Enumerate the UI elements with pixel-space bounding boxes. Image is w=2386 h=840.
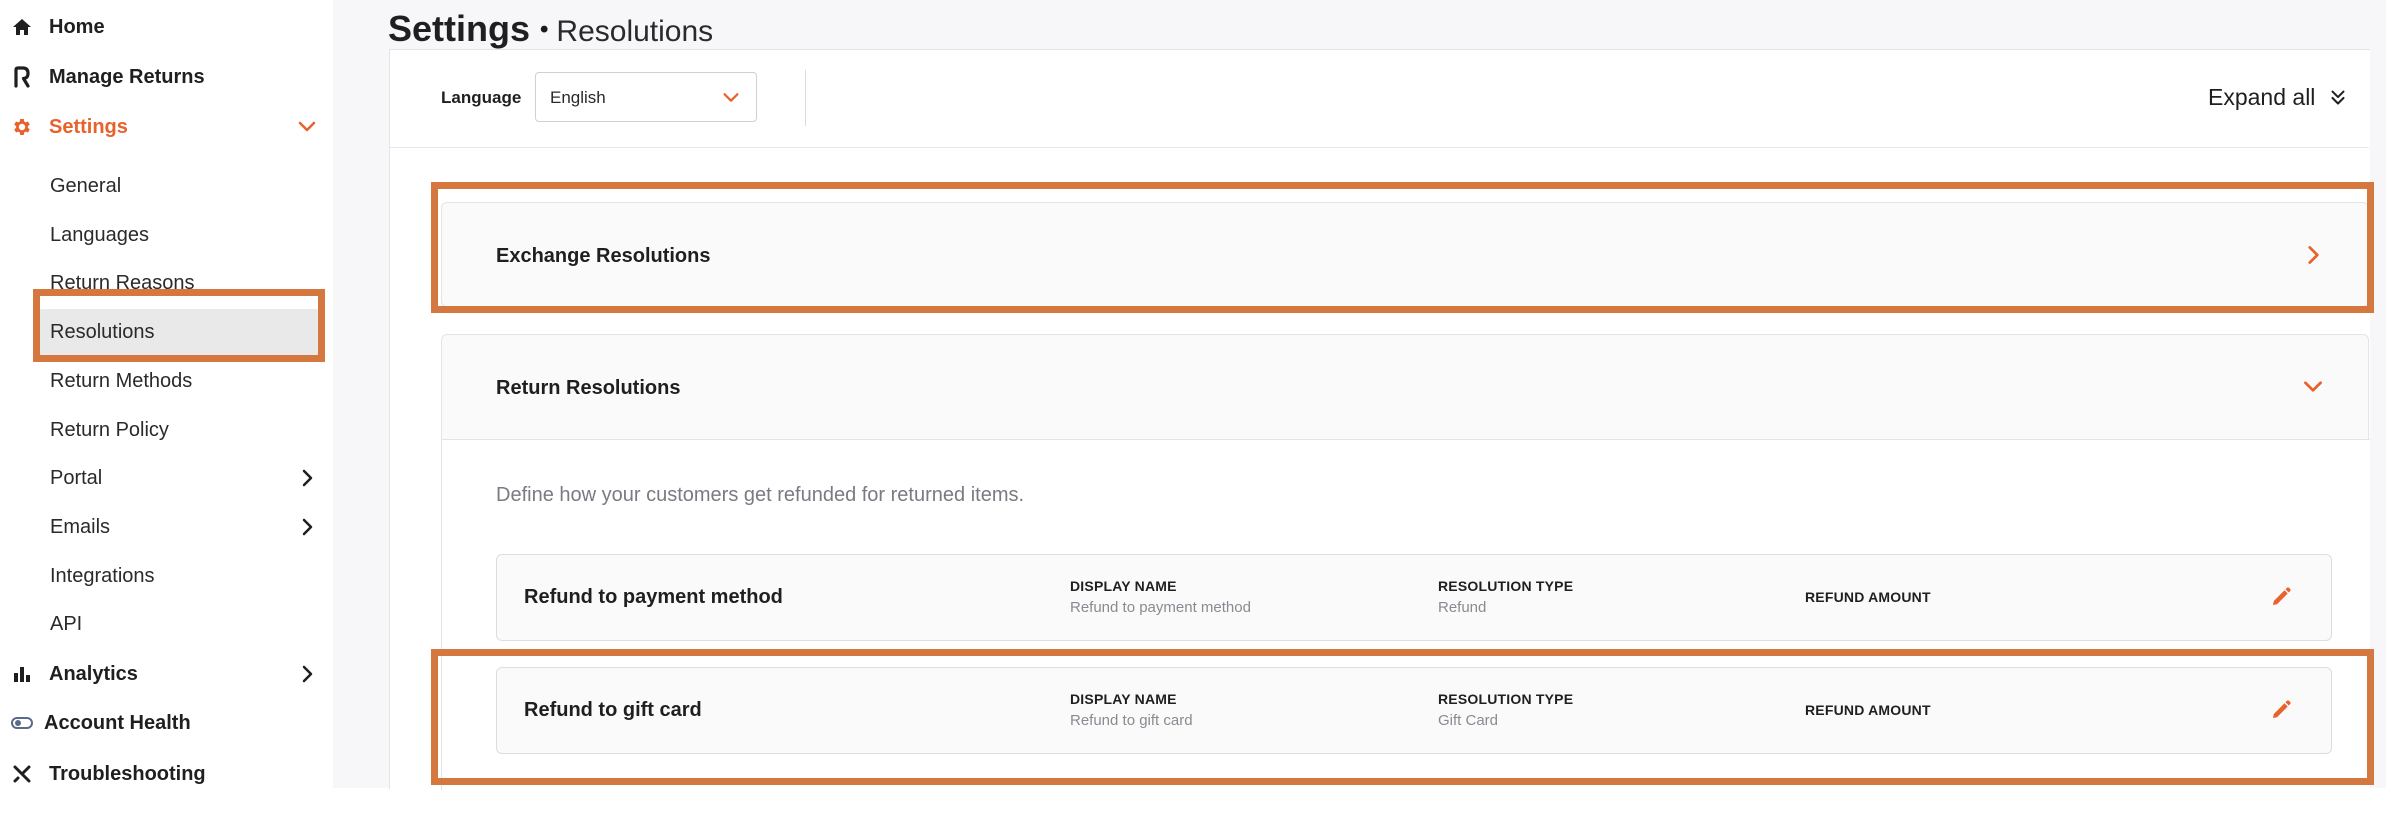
resolution-name: Refund to payment method <box>524 586 783 608</box>
nav-sub-resolutions-label: Resolutions <box>50 320 155 343</box>
section-return-header[interactable]: Return Resolutions <box>442 335 2370 439</box>
resolution-type-header: RESOLUTION TYPE <box>1438 691 1574 707</box>
refund-amount-header: REFUND AMOUNT <box>1805 702 1931 718</box>
health-toggle-icon <box>10 711 34 735</box>
nav-troubleshooting[interactable]: Troubleshooting <box>0 751 333 788</box>
display-name-header: DISPLAY NAME <box>1070 578 1177 594</box>
gear-icon <box>10 115 34 139</box>
page-title-sub: Resolutions <box>556 15 714 48</box>
section-exchange-resolutions[interactable]: Exchange Resolutions <box>441 202 2369 307</box>
resolution-type-value: Gift Card <box>1438 712 1499 729</box>
resolution-row-refund-gift-card: Refund to gift card DISPLAY NAME Refund … <box>496 667 2332 754</box>
nav-sub-return-reasons-label: Return Reasons <box>50 271 195 294</box>
section-exchange-title: Exchange Resolutions <box>496 245 711 267</box>
resolution-type-header: RESOLUTION TYPE <box>1438 578 1574 594</box>
refund-amount-header: REFUND AMOUNT <box>1805 589 1931 605</box>
nav-sub-general-label: General <box>50 174 122 197</box>
language-select[interactable]: English <box>535 72 757 122</box>
nav-sub-resolutions[interactable]: Resolutions <box>35 309 325 355</box>
resolution-row-refund-payment: Refund to payment method DISPLAY NAME Re… <box>496 554 2332 641</box>
chevron-right-icon <box>295 662 319 686</box>
nav-sub-general[interactable]: General <box>35 163 325 209</box>
language-label: Language <box>441 88 522 107</box>
double-chevron-down-icon <box>2327 87 2349 109</box>
section-return-description: Define how your customers get refunded f… <box>496 484 1025 506</box>
chevron-down-icon[interactable] <box>295 115 319 139</box>
bar-chart-icon <box>10 662 34 686</box>
nav-sub-return-methods[interactable]: Return Methods <box>35 358 325 404</box>
expand-all-button[interactable]: Expand all <box>2208 84 2349 111</box>
nav-sub-emails[interactable]: Emails <box>35 504 325 550</box>
nav-sub-languages-label: Languages <box>50 223 149 246</box>
expand-all-label: Expand all <box>2208 84 2316 110</box>
returns-logo-icon <box>10 65 34 89</box>
nav-analytics[interactable]: Analytics <box>0 651 333 697</box>
nav-sub-return-reasons[interactable]: Return Reasons <box>35 260 325 306</box>
nav-sub-integrations-label: Integrations <box>50 564 155 587</box>
page-title: Settings • Resolutions <box>388 8 713 50</box>
chevron-right-icon <box>295 515 319 539</box>
nav-sub-return-policy-label: Return Policy <box>50 418 169 441</box>
nav-sub-portal[interactable]: Portal <box>35 455 325 501</box>
nav-sub-return-methods-label: Return Methods <box>50 369 193 392</box>
chevron-right-icon <box>295 466 319 490</box>
toolbar-divider <box>805 70 806 126</box>
nav-settings[interactable]: Settings <box>0 104 333 150</box>
sidebar: Home Manage Returns Settings General Lan… <box>0 0 333 788</box>
page-title-main: Settings <box>388 8 531 49</box>
nav-settings-label: Settings <box>49 115 128 138</box>
nav-sub-integrations[interactable]: Integrations <box>35 553 325 599</box>
nav-account-health[interactable]: Account Health <box>0 700 333 746</box>
display-name-value: Refund to payment method <box>1070 599 1251 616</box>
section-return-title: Return Resolutions <box>496 377 681 399</box>
display-name-header: DISPLAY NAME <box>1070 691 1177 707</box>
nav-sub-api[interactable]: API <box>35 601 325 647</box>
language-select-value: English <box>550 88 606 107</box>
chevron-right-icon[interactable] <box>2300 242 2326 268</box>
nav-troubleshooting-label: Troubleshooting <box>49 762 206 785</box>
nav-home-label: Home <box>49 15 105 38</box>
nav-analytics-label: Analytics <box>49 662 138 685</box>
nav-account-health-label: Account Health <box>44 711 191 734</box>
home-icon <box>10 15 34 39</box>
nav-sub-emails-label: Emails <box>50 515 111 538</box>
nav-sub-api-label: API <box>50 612 83 635</box>
pencil-icon[interactable] <box>2269 698 2295 724</box>
nav-manage-returns-label: Manage Returns <box>49 65 205 88</box>
chevron-down-icon <box>720 86 742 108</box>
nav-sub-portal-label: Portal <box>50 466 103 489</box>
pencil-icon[interactable] <box>2269 585 2295 611</box>
nav-sub-languages[interactable]: Languages <box>35 212 325 258</box>
resolution-name: Refund to gift card <box>524 699 702 721</box>
chevron-down-icon[interactable] <box>2300 373 2326 399</box>
nav-sub-return-policy[interactable]: Return Policy <box>35 407 325 453</box>
page-title-separator: • <box>540 16 549 43</box>
tools-icon <box>10 762 34 786</box>
section-return-resolutions: Return Resolutions Define how your custo… <box>441 334 2370 840</box>
nav-manage-returns[interactable]: Manage Returns <box>0 54 333 100</box>
resolution-type-value: Refund <box>1438 599 1487 616</box>
section-return-body: Define how your customers get refunded f… <box>442 439 2370 840</box>
nav-home[interactable]: Home <box>0 4 333 50</box>
display-name-value: Refund to gift card <box>1070 712 1193 729</box>
